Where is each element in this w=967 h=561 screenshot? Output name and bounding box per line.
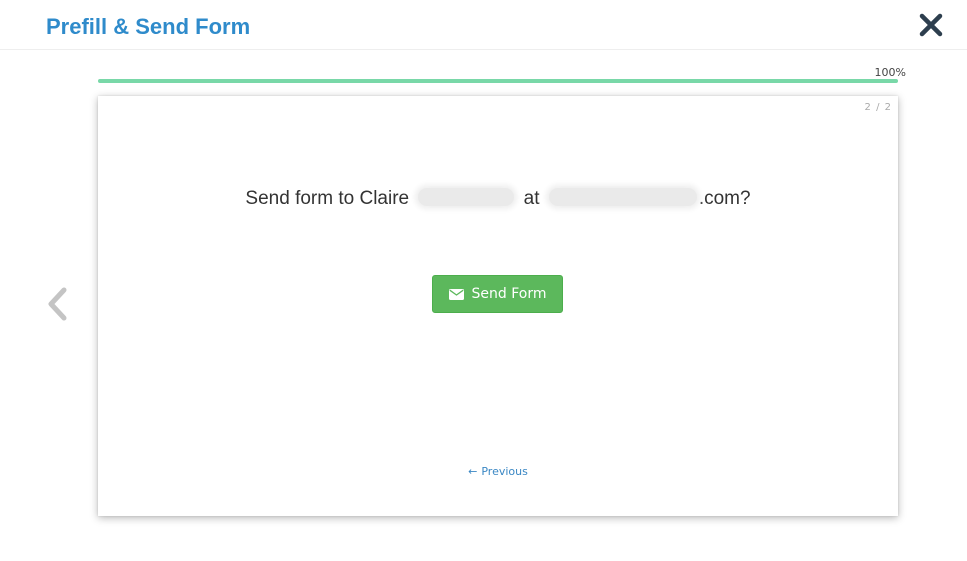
page-title: Prefill & Send Form: [46, 14, 251, 39]
header-bar: Prefill & Send Form: [0, 0, 967, 50]
form-card: 2 / 2 Send form to Claire at .com? Send …: [98, 96, 898, 516]
progress-bar: [98, 79, 898, 83]
question-prefix: Send form to Claire: [245, 188, 410, 209]
close-button[interactable]: [918, 12, 944, 38]
close-icon: [919, 13, 943, 37]
progress-fill: [98, 79, 898, 83]
chevron-left-icon: [48, 287, 67, 321]
envelope-icon: [448, 288, 464, 300]
previous-step-button[interactable]: [44, 286, 70, 322]
progress-percent: 100%: [874, 66, 906, 79]
send-form-button[interactable]: Send Form: [432, 275, 563, 313]
previous-link[interactable]: ← Previous: [98, 465, 898, 478]
send-confirmation-question: Send form to Claire at .com?: [98, 187, 898, 210]
arrow-left-icon: ←: [468, 465, 478, 478]
question-middle: at: [523, 188, 540, 209]
question-suffix: .com?: [698, 188, 751, 209]
previous-link-label: Previous: [481, 465, 528, 478]
redacted-last-name: [418, 187, 515, 206]
redacted-email: [548, 187, 697, 206]
send-form-label: Send Form: [471, 286, 547, 302]
page-indicator: 2 / 2: [864, 102, 892, 113]
